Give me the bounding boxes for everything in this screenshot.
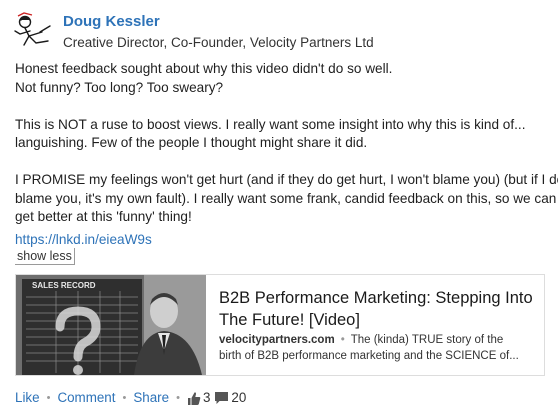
author-name[interactable]: Doug Kessler	[63, 13, 160, 30]
article-thumbnail[interactable]: SALES RECORD	[16, 275, 206, 375]
post-text-line: Not funny? Too long? Too sweary?	[15, 79, 224, 95]
likes-count[interactable]: 3	[203, 389, 210, 407]
post-paragraph: I PROMISE my feelings won't get hurt (an…	[15, 171, 558, 227]
post-paragraph: Honest feedback sought about why this vi…	[15, 60, 543, 97]
action-separator: •	[46, 392, 51, 404]
action-separator: •	[176, 392, 180, 404]
thumbs-up-icon[interactable]	[187, 391, 201, 406]
article-description-line: birth of B2B performance marketing and t…	[219, 349, 519, 362]
article-meta-line: velocitypartners.com • The (kinda) TRUE st…	[219, 333, 539, 349]
share-button[interactable]: Share	[133, 389, 169, 407]
thumbnail-board-label: SALES RECORD	[32, 281, 96, 290]
post-text-line: languishing. Few of the people I thought…	[15, 135, 368, 150]
post-author-header: Doug Kessler Creative Director, Co-Found…	[12, 10, 542, 50]
like-button[interactable]: Like	[15, 389, 40, 407]
post-text-line: get better at this 'funny' thing!	[15, 209, 192, 224]
comments-count[interactable]: 20	[231, 389, 246, 407]
comment-button[interactable]: Comment	[57, 389, 115, 407]
article-title[interactable]: B2B Performance Marketing: Stepping Into…	[219, 287, 539, 331]
post-text: Honest feedback sought about why this vi…	[15, 60, 558, 245]
post-short-link[interactable]: https://lnkd.in/eieaW9s	[15, 232, 152, 247]
author-headline: Creative Director, Co-Founder, Velocity …	[63, 35, 374, 50]
action-separator: •	[122, 392, 127, 404]
post-paragraph: This is NOT a ruse to boost views. I rea…	[15, 116, 543, 153]
post-action-bar: Like • Comment • Share • 3 20	[15, 389, 246, 407]
speech-bubble-icon[interactable]	[214, 391, 229, 405]
author-avatar[interactable]	[12, 12, 54, 48]
meta-separator: •	[340, 334, 345, 346]
article-meta: velocitypartners.com • The (kinda) TRUE st…	[219, 333, 539, 364]
post-text-line: This is NOT a ruse to boost views. I rea…	[15, 116, 526, 132]
show-less-button[interactable]: show less	[15, 248, 75, 265]
post-text-line: blame you, it's my own fault). I really …	[15, 190, 557, 206]
article-source: velocitypartners.com	[219, 334, 335, 346]
article-description-line: The (kinda) TRUE story of the	[350, 334, 504, 346]
shared-article-card[interactable]: SALES RECORD B2B Performance Marketing: …	[15, 274, 545, 376]
post-text-line: I PROMISE my feelings won't get hurt (an…	[15, 172, 558, 187]
post-text-line: Honest feedback sought about why this vi…	[15, 61, 393, 76]
